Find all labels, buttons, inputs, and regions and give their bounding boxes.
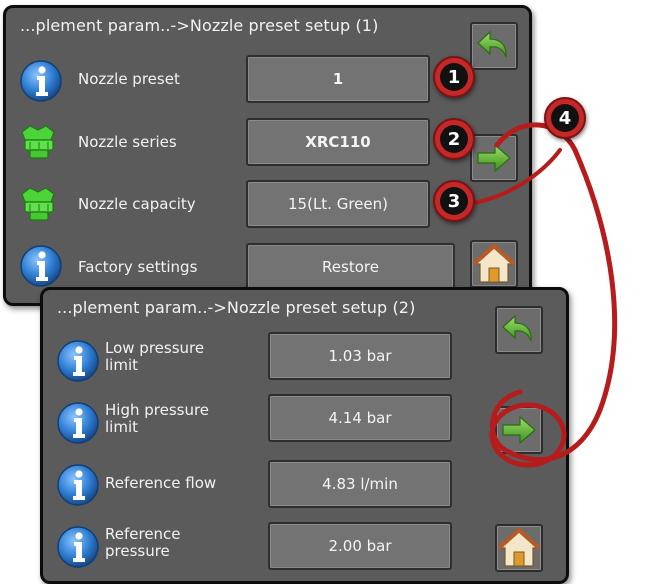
label-line: Reference xyxy=(105,525,181,543)
nozzle-icon xyxy=(16,180,62,226)
label-line: Low pressure xyxy=(105,339,205,357)
high-pressure-limit-label: High pressure limit xyxy=(105,402,209,436)
home-icon xyxy=(497,526,541,570)
next-page-button[interactable] xyxy=(495,406,543,454)
home-button[interactable] xyxy=(495,524,543,572)
nozzle-series-label: Nozzle series xyxy=(78,133,177,151)
low-pressure-limit-field[interactable]: 1.03 bar xyxy=(268,332,452,380)
nozzle-preset-label: Nozzle preset xyxy=(78,70,180,88)
callout-marker-4: 4 xyxy=(544,97,586,139)
back-arrow-icon xyxy=(472,24,516,68)
home-button[interactable] xyxy=(470,240,518,288)
nozzle-capacity-field[interactable]: 15(Lt. Green) xyxy=(246,180,430,228)
callout-marker-1: 1 xyxy=(433,56,475,98)
label-line: High pressure xyxy=(105,401,210,419)
back-arrow-icon xyxy=(497,308,541,352)
high-pressure-limit-field[interactable]: 4.14 bar xyxy=(268,394,452,442)
info-icon[interactable] xyxy=(55,400,101,446)
next-arrow-icon xyxy=(497,408,541,452)
callout-number: 1 xyxy=(440,63,468,91)
callout-marker-3: 3 xyxy=(433,180,475,222)
nozzle-icon xyxy=(16,118,62,164)
home-icon xyxy=(472,242,516,286)
screen-1-title: ...plement param..->Nozzle preset setup … xyxy=(20,16,379,35)
label-line: pressure xyxy=(105,542,170,560)
nozzle-series-field[interactable]: XRC110 xyxy=(246,118,430,166)
info-icon[interactable] xyxy=(18,243,64,289)
back-button[interactable] xyxy=(495,306,543,354)
label-line: limit xyxy=(105,418,138,436)
info-icon[interactable] xyxy=(55,462,101,508)
factory-settings-label: Factory settings xyxy=(78,258,198,276)
info-icon[interactable] xyxy=(18,58,64,104)
info-icon[interactable] xyxy=(55,524,101,570)
nozzle-preset-field[interactable]: 1 xyxy=(246,55,430,103)
factory-settings-restore-button[interactable]: Restore xyxy=(246,243,455,291)
next-page-button[interactable] xyxy=(470,134,518,182)
reference-pressure-field[interactable]: 2.00 bar xyxy=(268,522,452,570)
callout-number: 2 xyxy=(440,125,468,153)
label-line: Reference flow xyxy=(105,474,217,492)
next-arrow-icon xyxy=(472,136,516,180)
nozzle-preset-setup-screen-2: ...plement param..->Nozzle preset setup … xyxy=(40,287,569,584)
reference-flow-field[interactable]: 4.83 l/min xyxy=(268,460,452,508)
back-button[interactable] xyxy=(470,22,518,70)
reference-pressure-label: Reference pressure xyxy=(105,526,181,560)
callout-number: 4 xyxy=(551,104,579,132)
reference-flow-label: Reference flow xyxy=(105,475,216,492)
info-icon[interactable] xyxy=(55,338,101,384)
callout-marker-2: 2 xyxy=(433,118,475,160)
callout-number: 3 xyxy=(440,187,468,215)
nozzle-capacity-label: Nozzle capacity xyxy=(78,195,196,213)
label-line: limit xyxy=(105,356,138,374)
low-pressure-limit-label: Low pressure limit xyxy=(105,340,204,374)
screen-2-title: ...plement param..->Nozzle preset setup … xyxy=(57,298,416,317)
